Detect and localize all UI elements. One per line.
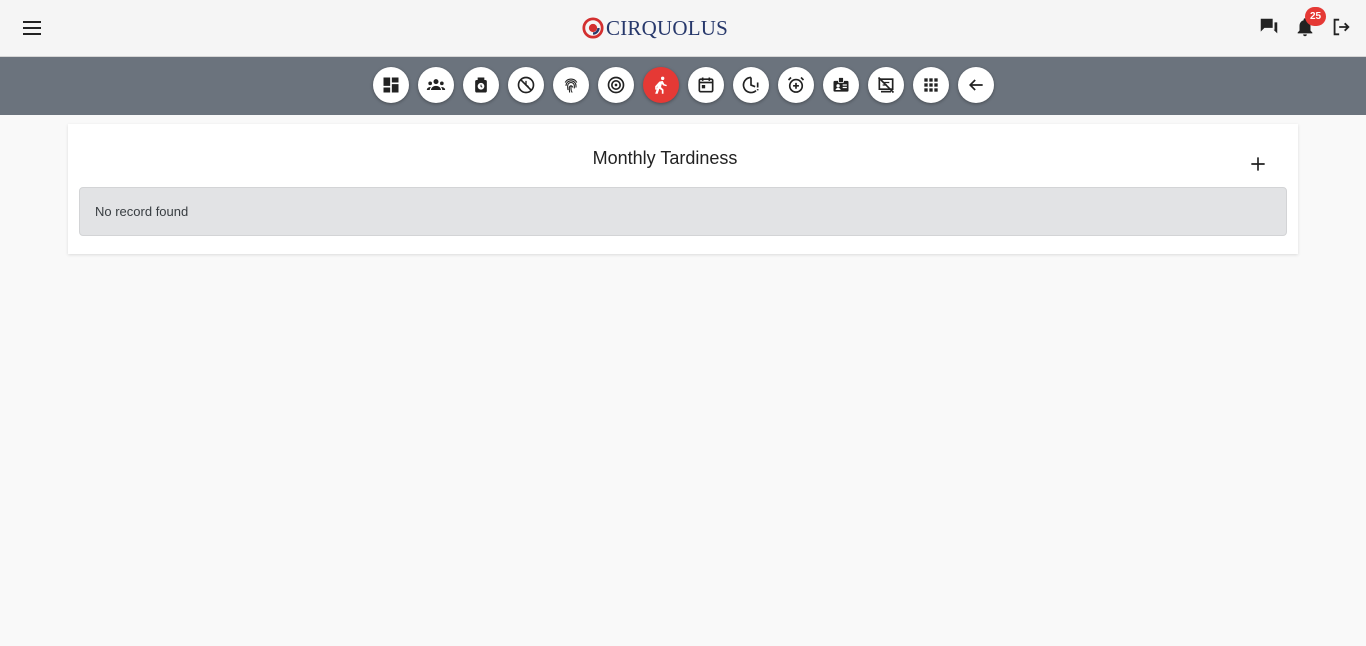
no-attendance-icon[interactable] [508, 67, 544, 103]
page-title: Monthly Tardiness [592, 148, 738, 168]
brand-logo[interactable]: CIRQUOLUS [582, 14, 728, 42]
notification-badge[interactable]: 25 [1305, 7, 1326, 26]
punch-clock-icon[interactable] [463, 67, 499, 103]
cirquolus-logo-icon [582, 17, 604, 39]
chat-icon[interactable] [1257, 15, 1281, 39]
fingerprint-icon[interactable] [553, 67, 589, 103]
overtime-icon[interactable] [733, 67, 769, 103]
running-late-icon[interactable] [643, 67, 679, 103]
tardiness-card: Monthly Tardiness No record found [68, 124, 1298, 254]
desk-icon[interactable] [868, 67, 904, 103]
logout-icon[interactable] [1329, 15, 1353, 39]
apps-grid-icon[interactable] [913, 67, 949, 103]
team-icon[interactable] [418, 67, 454, 103]
calendar-icon[interactable] [688, 67, 724, 103]
brand-name: CIRQUOLUS [606, 15, 728, 40]
back-arrow-icon[interactable] [958, 67, 994, 103]
top-header: CIRQUOLUS 25 [0, 0, 1366, 57]
add-alarm-icon[interactable] [778, 67, 814, 103]
menu-icon[interactable] [20, 16, 44, 40]
dashboard-icon[interactable] [373, 67, 409, 103]
empty-state-message: No record found [79, 187, 1287, 236]
module-toolbar [0, 57, 1366, 115]
id-card-icon[interactable] [823, 67, 859, 103]
add-icon[interactable] [1246, 152, 1270, 176]
target-icon[interactable] [598, 67, 634, 103]
